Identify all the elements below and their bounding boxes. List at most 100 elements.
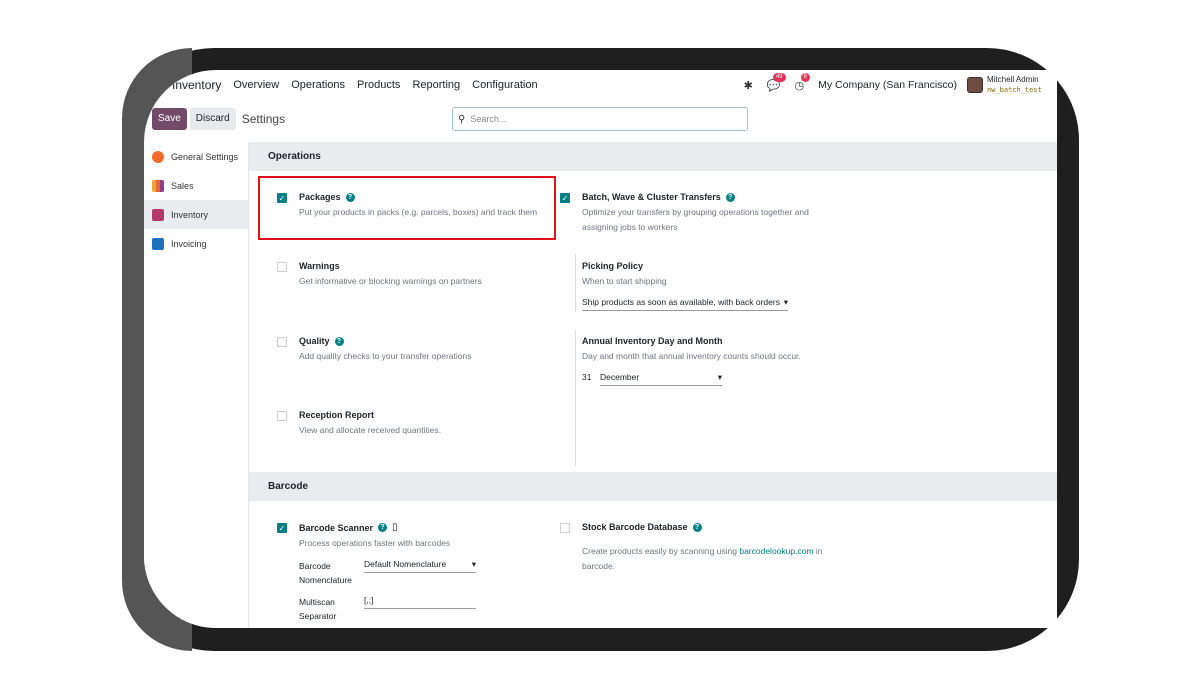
menu-reporting[interactable]: Reporting bbox=[412, 79, 460, 91]
multiscan-row: Multiscan Separator [,;] bbox=[299, 595, 549, 623]
setting-title: Quality bbox=[299, 336, 330, 346]
discard-button[interactable]: Discard bbox=[189, 108, 236, 130]
setting-desc: Optimize your transfers by grouping oper… bbox=[582, 207, 809, 232]
help-icon[interactable]: ? bbox=[725, 192, 735, 202]
menu-configuration[interactable]: Configuration bbox=[472, 79, 537, 91]
setting-desc: Process operations faster with barcodes bbox=[299, 538, 451, 548]
menu-operations[interactable]: Operations bbox=[291, 79, 345, 91]
chevron-down-icon: ▾ bbox=[717, 372, 722, 382]
sidebar-item-label: General Settings bbox=[171, 151, 239, 162]
multiscan-input[interactable]: [,;] bbox=[364, 595, 476, 609]
warnings-checkbox[interactable] bbox=[277, 262, 287, 272]
messages-badge: 49 bbox=[772, 72, 786, 82]
setting-quality: Quality? Add quality checks to your tran… bbox=[277, 336, 549, 364]
annual-month-select[interactable]: December ▾ bbox=[600, 372, 722, 386]
bug-icon[interactable]: ✱ bbox=[744, 79, 753, 92]
help-icon[interactable]: ? bbox=[334, 336, 344, 346]
setting-stock-barcode-db: Stock Barcode Database? Create products … bbox=[560, 522, 832, 574]
search-input[interactable]: Search... bbox=[470, 114, 506, 124]
setting-title: Picking Policy bbox=[582, 261, 644, 271]
select-value: Ship products as soon as available, with… bbox=[582, 297, 780, 307]
mobile-device-icon: ▯ bbox=[392, 522, 398, 533]
setting-title: Annual Inventory Day and Month bbox=[582, 336, 723, 346]
messages-icon[interactable]: 💬 49 bbox=[767, 72, 786, 92]
help-icon[interactable]: ? bbox=[378, 523, 388, 532]
setting-desc: Add quality checks to your transfer oper… bbox=[299, 351, 472, 361]
setting-desc: Put your products in packs (e.g. parcels… bbox=[299, 207, 538, 217]
annual-day-input[interactable]: 31 bbox=[582, 372, 600, 386]
nomenclature-row: Barcode Nomenclature Default Nomenclatur… bbox=[299, 559, 549, 587]
barcode-scanner-checkbox[interactable]: ✓ bbox=[277, 523, 287, 533]
batch-checkbox[interactable]: ✓ bbox=[560, 193, 570, 203]
settings-main: Operations ✓ Packages? Put your products… bbox=[249, 142, 1057, 628]
user-name: Mitchell Admin bbox=[987, 75, 1039, 84]
reception-checkbox[interactable] bbox=[277, 411, 287, 421]
sidebar-item-sales[interactable]: Sales bbox=[144, 171, 248, 200]
barcodelookup-link[interactable]: barcodelookup.com bbox=[739, 546, 813, 556]
setting-title: Reception Report bbox=[299, 410, 375, 420]
desc-text: Create products easily by scanning using bbox=[582, 546, 740, 556]
menu-products[interactable]: Products bbox=[357, 79, 400, 91]
avatar[interactable] bbox=[967, 77, 983, 93]
picking-policy-select[interactable]: Ship products as soon as available, with… bbox=[582, 297, 788, 311]
control-panel: Save Discard Settings ⚲ Search... bbox=[144, 106, 1057, 132]
company-switcher[interactable]: My Company (San Francisco) bbox=[818, 79, 957, 91]
nomenclature-select[interactable]: Default Nomenclature ▾ bbox=[364, 559, 476, 573]
select-value: Default Nomenclature bbox=[364, 559, 447, 569]
setting-title: Stock Barcode Database bbox=[582, 522, 688, 532]
top-navbar: Inventory Overview Operations Products R… bbox=[144, 70, 1057, 100]
setting-annual-inventory: Annual Inventory Day and Month Day and m… bbox=[560, 336, 832, 386]
sidebar-item-inventory[interactable]: Inventory bbox=[144, 200, 248, 229]
setting-batch-transfers: ✓ Batch, Wave & Cluster Transfers? Optim… bbox=[560, 192, 832, 235]
packages-checkbox[interactable]: ✓ bbox=[277, 193, 287, 203]
setting-warnings: Warnings Get informative or blocking war… bbox=[277, 261, 549, 289]
help-icon[interactable]: ? bbox=[345, 192, 355, 202]
chevron-down-icon: ▾ bbox=[783, 297, 788, 307]
setting-picking-policy: Picking Policy When to start shipping Sh… bbox=[560, 261, 832, 311]
chevron-down-icon: ▾ bbox=[471, 559, 476, 569]
setting-desc: View and allocate received quantities. bbox=[299, 425, 442, 435]
user-menu[interactable]: Mitchell Admin nw_batch_test bbox=[987, 75, 1057, 95]
sidebar-item-invoicing[interactable]: Invoicing bbox=[144, 229, 248, 258]
help-icon[interactable]: ? bbox=[692, 522, 702, 532]
general-settings-icon bbox=[152, 150, 164, 163]
app-switcher[interactable]: Inventory bbox=[152, 78, 233, 92]
setting-desc: Get informative or blocking warnings on … bbox=[299, 276, 482, 286]
section-heading-operations: Operations bbox=[249, 142, 1057, 171]
sidebar-item-label: Invoicing bbox=[171, 238, 207, 249]
sales-icon bbox=[152, 179, 164, 192]
app-screen: Inventory Overview Operations Products R… bbox=[144, 70, 1057, 628]
menu-overview[interactable]: Overview bbox=[233, 79, 279, 91]
search-box[interactable]: ⚲ Search... bbox=[452, 107, 748, 131]
setting-title: Warnings bbox=[299, 261, 340, 271]
app-name[interactable]: Inventory bbox=[172, 78, 221, 92]
save-button[interactable]: Save bbox=[152, 108, 187, 130]
inventory-icon bbox=[152, 208, 164, 221]
input-value: [,;] bbox=[364, 595, 374, 605]
activity-clock-icon[interactable]: ◷ 8 bbox=[795, 72, 810, 92]
page-title: Settings bbox=[241, 112, 286, 126]
setting-title: Barcode Scanner bbox=[299, 522, 374, 533]
inventory-app-icon bbox=[154, 79, 166, 91]
stock-barcode-db-checkbox[interactable] bbox=[560, 523, 570, 533]
setting-title: Batch, Wave & Cluster Transfers bbox=[582, 192, 721, 202]
sidebar-item-general-settings[interactable]: General Settings bbox=[144, 142, 248, 171]
activity-badge: 8 bbox=[800, 72, 810, 82]
setting-title: Packages bbox=[299, 192, 341, 202]
setting-packages: ✓ Packages? Put your products in packs (… bbox=[277, 192, 549, 220]
search-icon: ⚲ bbox=[458, 113, 466, 125]
settings-sidebar: General Settings Sales Inventory Invoici… bbox=[144, 142, 249, 628]
database-name: nw_batch_test bbox=[987, 86, 1042, 94]
select-value: December bbox=[600, 372, 640, 382]
sidebar-item-label: Sales bbox=[171, 180, 194, 191]
setting-barcode-scanner: ✓ Barcode Scanner? ▯ Process operations f… bbox=[277, 522, 549, 623]
field-label: Multiscan Separator bbox=[299, 597, 337, 621]
sidebar-item-label: Inventory bbox=[171, 209, 209, 220]
field-label: Barcode Nomenclature bbox=[299, 561, 352, 585]
section-heading-barcode: Barcode bbox=[249, 472, 1057, 501]
setting-reception-report: Reception Report View and allocate recei… bbox=[277, 410, 549, 438]
setting-desc: Create products easily by scanning using… bbox=[582, 544, 832, 574]
setting-desc: When to start shipping bbox=[582, 276, 667, 286]
quality-checkbox[interactable] bbox=[277, 337, 287, 347]
setting-desc: Day and month that annual inventory coun… bbox=[582, 351, 801, 361]
